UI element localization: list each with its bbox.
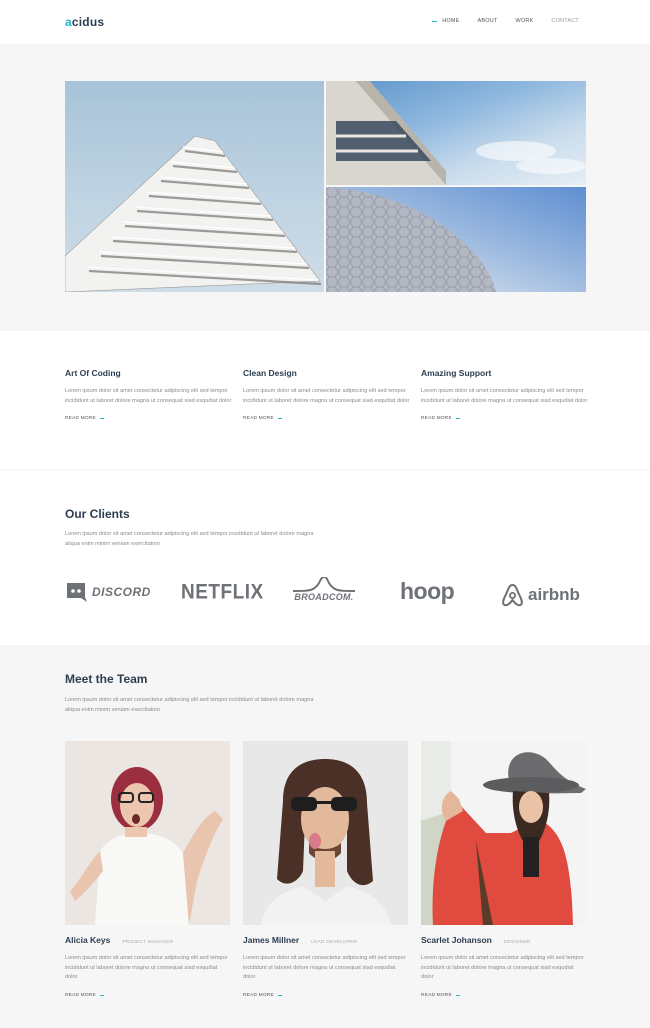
hero-image-building bbox=[65, 81, 324, 292]
clients-section: Our Clients Lorem ipsum dolor sit amet c… bbox=[0, 470, 650, 645]
feature-text: Lorem ipsum dolor sit amet consectetur a… bbox=[243, 388, 410, 404]
nav-home[interactable]: HOME bbox=[432, 18, 459, 24]
airbnb-icon bbox=[502, 583, 523, 607]
member-photo bbox=[65, 741, 230, 925]
feature-text: Lorem ipsum dolor sit amet consectetur a… bbox=[65, 388, 232, 404]
dash-icon bbox=[277, 418, 282, 419]
member-name: James Millner bbox=[243, 935, 300, 945]
member-role: PROJECT MANAGER bbox=[122, 940, 174, 945]
main-nav: HOME ABOUT WORK CONTACT bbox=[414, 18, 579, 24]
hero-image-dome bbox=[326, 187, 586, 292]
feature-title: Amazing Support bbox=[421, 368, 492, 378]
member-bio: Lorem ipsum dolor sit amet consectetur a… bbox=[243, 955, 406, 980]
broadcom-wave-icon bbox=[292, 577, 356, 592]
team-member-card: Alicia Keys PROJECT MANAGER Lorem ipsum … bbox=[65, 741, 230, 1001]
active-indicator bbox=[432, 20, 438, 22]
site-logo[interactable]: acidus bbox=[65, 15, 104, 29]
member-name: Scarlet Johanson bbox=[421, 935, 492, 945]
member-bio: Lorem ipsum dolor sit amet consectetur a… bbox=[421, 955, 584, 980]
features-section: Art Of Coding Lorem ipsum dolor sit amet… bbox=[0, 331, 650, 469]
read-more-link[interactable]: READ MORE bbox=[243, 993, 282, 998]
read-more-link[interactable]: READ MORE bbox=[65, 993, 104, 998]
team-member-card: James Millner LEAD DEVELOPER Lorem ipsum… bbox=[243, 741, 408, 1001]
nav-work[interactable]: WORK bbox=[516, 18, 534, 24]
clients-text: Lorem ipsum dolor sit amet consectetur a… bbox=[65, 531, 314, 547]
read-more-link[interactable]: READ MORE bbox=[243, 416, 282, 421]
broadcom-logo[interactable]: BROADCOM. bbox=[291, 577, 357, 602]
feature-text: Lorem ipsum dolor sit amet consectetur a… bbox=[421, 388, 588, 404]
read-more-link[interactable]: READ MORE bbox=[421, 416, 460, 421]
discord-icon bbox=[67, 583, 87, 602]
read-more-link[interactable]: READ MORE bbox=[421, 993, 460, 998]
nav-contact[interactable]: CONTACT bbox=[551, 18, 579, 24]
dash-icon bbox=[99, 418, 104, 419]
member-bio: Lorem ipsum dolor sit amet consectetur a… bbox=[65, 955, 228, 980]
feature-card: Art Of Coding Lorem ipsum dolor sit amet… bbox=[65, 368, 235, 424]
team-member-card: Scarlet Johanson DESIGNER Lorem ipsum do… bbox=[421, 741, 586, 1001]
feature-title: Clean Design bbox=[243, 368, 297, 378]
member-photo bbox=[243, 741, 408, 925]
hoop-logo[interactable]: hoop bbox=[400, 578, 455, 605]
clients-title: Our Clients bbox=[65, 507, 130, 521]
read-more-link[interactable]: READ MORE bbox=[65, 416, 104, 421]
hero-image-facade bbox=[326, 81, 586, 185]
site-header: acidus HOME ABOUT WORK CONTACT bbox=[0, 0, 650, 44]
dash-icon bbox=[455, 994, 460, 996]
client-logos: DISCORD NETFLIX BROADCOM. hoop airbnb bbox=[0, 573, 650, 613]
hero-gallery bbox=[65, 81, 586, 292]
airbnb-logo[interactable]: airbnb bbox=[501, 583, 580, 607]
dash-icon bbox=[277, 994, 282, 996]
feature-card: Clean Design Lorem ipsum dolor sit amet … bbox=[243, 368, 413, 424]
feature-title: Art Of Coding bbox=[65, 368, 121, 378]
discord-logo[interactable]: DISCORD bbox=[65, 581, 151, 603]
dash-icon bbox=[455, 418, 460, 419]
member-name: Alicia Keys bbox=[65, 935, 111, 945]
team-section: Meet the Team Lorem ipsum dolor sit amet… bbox=[0, 646, 650, 1028]
dash-icon bbox=[99, 994, 104, 996]
feature-card: Amazing Support Lorem ipsum dolor sit am… bbox=[421, 368, 591, 424]
team-title: Meet the Team bbox=[65, 672, 148, 686]
member-photo bbox=[421, 741, 586, 925]
team-text: Lorem ipsum dolor sit amet consectetur a… bbox=[65, 697, 314, 713]
netflix-logo[interactable]: NETFLIX bbox=[181, 581, 264, 604]
member-role: DESIGNER bbox=[503, 940, 531, 945]
nav-about[interactable]: ABOUT bbox=[478, 18, 498, 24]
member-role: LEAD DEVELOPER bbox=[311, 940, 358, 945]
